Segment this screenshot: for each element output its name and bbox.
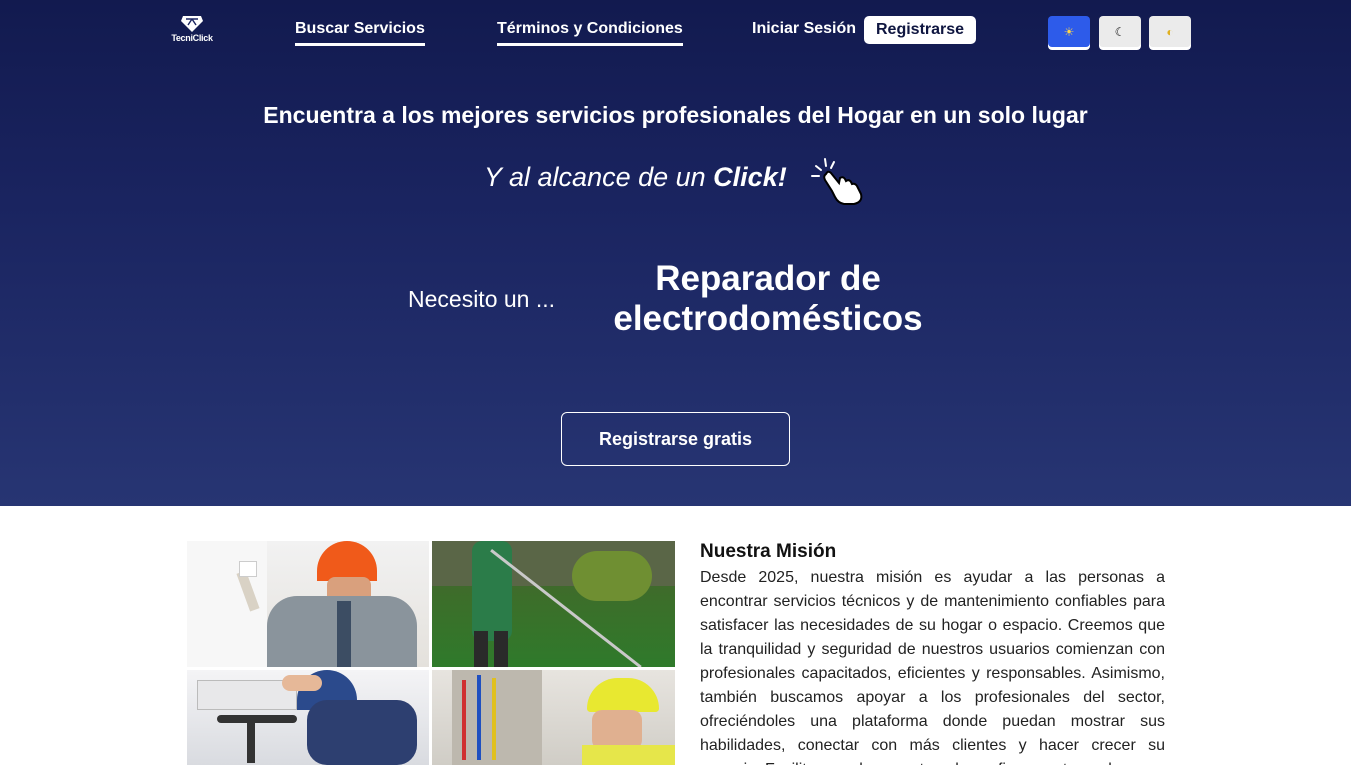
nav-search-services[interactable]: Buscar Servicios <box>295 20 425 46</box>
hero-subtitle-prefix: Y al alcance de un <box>484 162 714 192</box>
sun-icon: ☀ <box>1063 24 1075 39</box>
hero-subtitle-emphasis: Click! <box>713 162 787 192</box>
electrician-photo <box>432 670 675 765</box>
mission-text: Desde 2025, nuestra misión es ayudar a l… <box>700 569 1165 765</box>
painter-photo <box>187 541 429 667</box>
tecniclick-logo[interactable]: TecniClick <box>168 14 216 46</box>
services-photo-collage <box>187 541 675 765</box>
hero-subtitle: Y al alcance de un Click! <box>484 162 787 193</box>
mission-title: Nuestra Misión <box>700 541 837 562</box>
register-free-button[interactable]: Registrarse gratis <box>561 412 790 466</box>
moon-icon: ☾ <box>1114 24 1126 39</box>
logo-text: TecniClick <box>171 33 213 43</box>
need-label: Necesito un ... <box>408 286 556 312</box>
hero-section: TecniClick Buscar Servicios Términos y C… <box>0 0 1351 506</box>
auto-theme-icon: ◐ <box>1166 24 1174 39</box>
logo-icon <box>181 16 203 32</box>
login-link[interactable]: Iniciar Sesión <box>752 20 856 38</box>
click-hand-icon <box>811 158 863 205</box>
theme-dark-button[interactable]: ☾ <box>1099 16 1141 47</box>
gardener-photo <box>432 541 675 667</box>
theme-auto-button[interactable]: ◐ <box>1149 16 1191 47</box>
hero-title: Encuentra a los mejores servicios profes… <box>263 102 1088 128</box>
register-button[interactable]: Registrarse <box>864 16 977 44</box>
nav-terms-conditions[interactable]: Términos y Condiciones <box>497 20 683 46</box>
theme-light-button[interactable]: ☀ <box>1048 16 1090 47</box>
rotating-service-name: Reparador de electrodomésticos <box>613 259 923 338</box>
plumber-photo <box>187 670 429 765</box>
